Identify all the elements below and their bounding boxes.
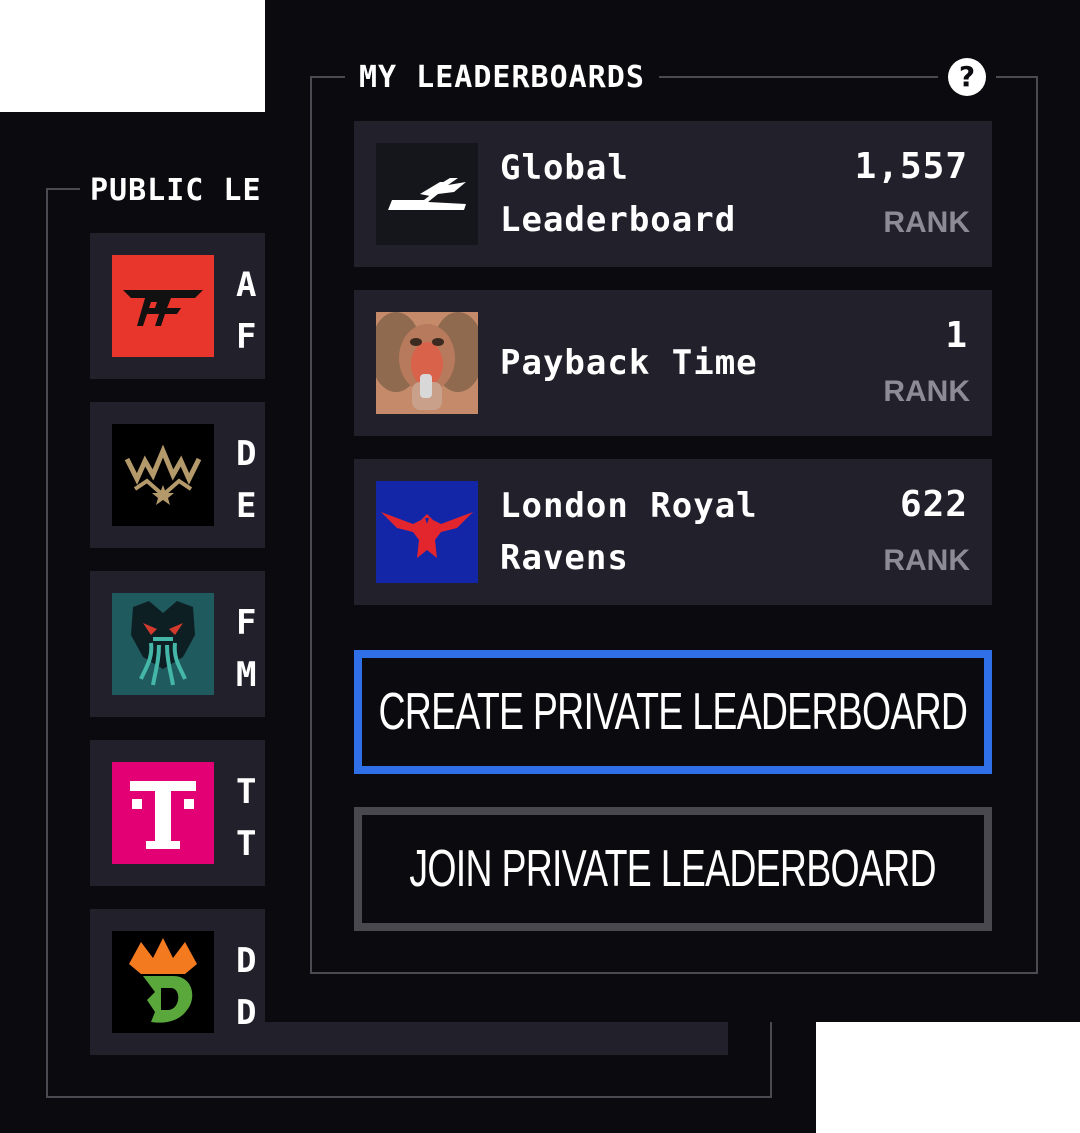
join-private-leaderboard-button[interactable]: JOIN PRIVATE LEADERBOARD: [354, 807, 992, 931]
rank-value: 1: [945, 315, 968, 356]
create-private-leaderboard-button[interactable]: CREATE PRIVATE LEADERBOARD: [354, 650, 992, 774]
rank-value: 1,557: [854, 146, 968, 187]
london-royal-ravens-logo: [376, 481, 478, 583]
create-private-leaderboard-label: CREATE PRIVATE LEADERBOARD: [378, 683, 968, 741]
leaderboard-name-line2: Ravens: [500, 538, 629, 578]
my-leaderboard-card-global[interactable]: Global Leaderboard 1,557 RANK: [354, 121, 992, 267]
my-leaderboards-title: MY LEADERBOARDS: [345, 58, 659, 98]
kraken-logo: [112, 593, 214, 695]
my-leaderboard-card-london-royal-ravens[interactable]: London Royal Ravens 622 RANK: [354, 459, 992, 605]
leaderboard-name-line1: Payback Time: [500, 343, 758, 383]
telekom-t-logo: [112, 762, 214, 864]
help-icon[interactable]: ?: [938, 56, 996, 98]
draftkings-logo: [112, 931, 214, 1033]
my-leaderboards-panel: MY LEADERBOARDS ? Global Leaderboard 1,5…: [265, 0, 1080, 1022]
rank-label: RANK: [883, 206, 970, 239]
join-private-leaderboard-label: JOIN PRIVATE LEADERBOARD: [409, 840, 937, 898]
global-leaderboard-logo: [376, 143, 478, 245]
rank-label: RANK: [883, 544, 970, 577]
rank-label: RANK: [883, 375, 970, 408]
my-leaderboard-card-payback-time[interactable]: Payback Time 1 RANK: [354, 290, 992, 436]
rank-value: 622: [899, 484, 968, 525]
leaderboard-name-line1: Global: [500, 148, 629, 188]
leaderboard-name-line2: Leaderboard: [500, 200, 737, 240]
baboon-photo: [376, 312, 478, 414]
crown-logo: [112, 424, 214, 526]
atlanta-faze-logo: [112, 255, 214, 357]
public-leaderboards-title: PUBLIC LE: [80, 172, 272, 210]
leaderboard-name-line1: London Royal: [500, 486, 758, 526]
help-icon-glyph: ?: [948, 58, 986, 96]
